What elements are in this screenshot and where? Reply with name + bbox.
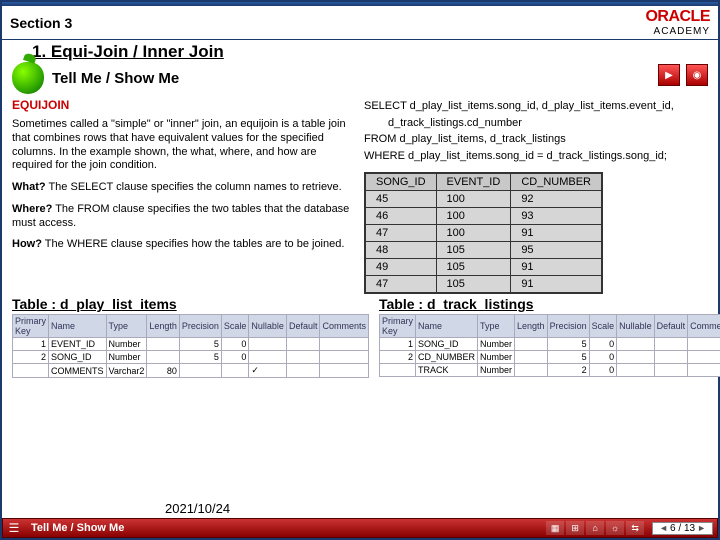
right-column: SELECT d_play_list_items.song_id, d_play…: [364, 98, 708, 294]
sql-line: d_track_listings.cd_number: [364, 115, 708, 132]
table-row: TRACKNumber20: [380, 364, 720, 377]
table-row: 4610093: [365, 208, 602, 225]
footer-text: Tell Me / Show Me: [25, 522, 130, 534]
footer-icons: ▦ ⊞ ⌂ ☼ ⇆ ◄ 6 / 13 ►: [546, 521, 717, 535]
tool-icon[interactable]: ⌂: [586, 521, 604, 535]
page-indicator: ◄ 6 / 13 ►: [652, 522, 713, 535]
tool-icon[interactable]: ▦: [546, 521, 564, 535]
play-button[interactable]: ▶: [658, 64, 680, 86]
left-column: EQUIJOIN Sometimes called a "simple" or …: [12, 98, 356, 294]
date-overlay: 2021/10/24: [165, 501, 230, 516]
media-buttons: ▶ ◉: [658, 64, 708, 86]
sql-line: WHERE d_play_list_items.song_id = d_trac…: [364, 148, 708, 165]
prev-page-icon[interactable]: ◄: [657, 523, 670, 533]
tool-icon[interactable]: ⇆: [626, 521, 644, 535]
academy-logo-text: ACADEMY: [645, 26, 710, 37]
what-paragraph: What? The SELECT clause specifies the co…: [12, 181, 356, 195]
table-row: 1EVENT_IDNumber50: [13, 338, 369, 351]
result-table: SONG_IDEVENT_IDCD_NUMBER 451009246100934…: [364, 172, 603, 294]
schema-left: Table : d_play_list_items Primary KeyNam…: [12, 296, 369, 378]
table-row: 4710091: [365, 225, 602, 242]
how-paragraph: How? The WHERE clause specifies how the …: [12, 238, 356, 252]
sql-line: FROM d_play_list_items, d_track_listings: [364, 131, 708, 148]
schema-right: Table : d_track_listings Primary KeyName…: [379, 296, 720, 378]
schema-left-table: Primary KeyNameTypeLengthPrecisionScaleN…: [12, 314, 369, 378]
apple-icon: [12, 62, 44, 94]
schema-left-title: Table : d_play_list_items: [12, 296, 369, 312]
intro-paragraph: Sometimes called a "simple" or "inner" j…: [12, 118, 356, 173]
table-row: 2SONG_IDNumber50: [13, 351, 369, 364]
heading-row: Tell Me / Show Me ▶ ◉: [2, 62, 718, 98]
menu-icon[interactable]: ☰: [3, 521, 25, 535]
table-row: 1SONG_IDNumber50: [380, 338, 720, 351]
result-th: EVENT_ID: [436, 173, 511, 191]
slide-title: 1. Equi-Join / Inner Join: [2, 40, 718, 62]
section-label: Section 3: [10, 15, 72, 31]
table-row: 2CD_NUMBERNumber50: [380, 351, 720, 364]
content-columns: EQUIJOIN Sometimes called a "simple" or …: [2, 98, 718, 294]
next-page-icon[interactable]: ►: [695, 523, 708, 533]
sql-line: SELECT d_play_list_items.song_id, d_play…: [364, 98, 708, 115]
schema-right-title: Table : d_track_listings: [379, 296, 720, 312]
oracle-academy-logo: ORACLE ACADEMY: [645, 8, 710, 37]
equijoin-heading: EQUIJOIN: [12, 98, 356, 112]
page-total: 13: [684, 523, 695, 534]
sound-button[interactable]: ◉: [686, 64, 708, 86]
tool-icon[interactable]: ☼: [606, 521, 624, 535]
table-row: 4510092: [365, 191, 602, 208]
sql-block: SELECT d_play_list_items.song_id, d_play…: [364, 98, 708, 164]
tellme-heading: Tell Me / Show Me: [52, 70, 179, 87]
schema-right-table: Primary KeyNameTypeLengthPrecisionScaleN…: [379, 314, 720, 377]
table-row: 4710591: [365, 276, 602, 294]
result-th: CD_NUMBER: [511, 173, 602, 191]
where-paragraph: Where? The FROM clause specifies the two…: [12, 203, 356, 231]
tool-icon[interactable]: ⊞: [566, 521, 584, 535]
table-row: COMMENTSVarchar280✓: [13, 364, 369, 378]
result-th: SONG_ID: [365, 173, 436, 191]
footer-bar: ☰ Tell Me / Show Me ▦ ⊞ ⌂ ☼ ⇆ ◄ 6 / 13 ►: [2, 518, 718, 538]
table-row: 4910591: [365, 259, 602, 276]
table-row: 4810595: [365, 242, 602, 259]
oracle-logo-text: ORACLE: [645, 8, 710, 26]
schema-row: Table : d_play_list_items Primary KeyNam…: [2, 294, 718, 378]
section-header: Section 3 ORACLE ACADEMY: [2, 6, 718, 40]
